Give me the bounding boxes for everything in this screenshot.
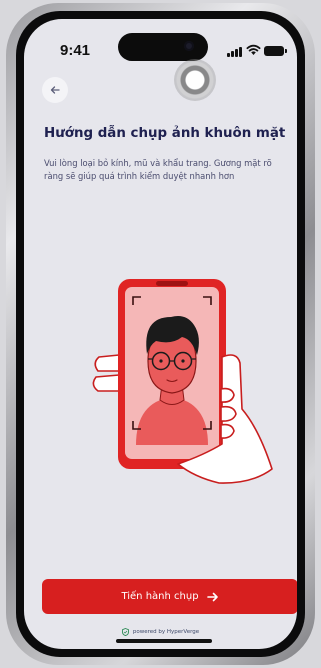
wifi-icon <box>246 44 261 55</box>
start-capture-button[interactable]: Tiến hành chụp <box>42 579 297 614</box>
status-bar: 9:41 <box>24 19 297 63</box>
home-indicator <box>116 639 212 643</box>
phone-notch <box>156 281 188 286</box>
page-description: Vui lòng loại bỏ kính, mũ và khẩu trang.… <box>44 158 272 181</box>
signal-icon <box>227 46 243 57</box>
phone-frame: 9:41 Hướng dẫn chụp ảnh khuôn mặt Vui lò… <box>6 3 315 665</box>
phone-selfie-illustration <box>92 279 273 484</box>
camera-lens-icon <box>184 41 194 51</box>
shield-check-icon <box>121 628 129 636</box>
arrow-right-icon <box>206 592 218 601</box>
powered-by-text: powered by HyperVerge <box>132 629 200 635</box>
page-title: Hướng dẫn chụp ảnh khuôn mặt <box>44 126 286 141</box>
start-capture-label: Tiến hành chụp <box>121 591 199 602</box>
screen: 9:41 Hướng dẫn chụp ảnh khuôn mặt Vui lò… <box>24 19 297 649</box>
powered-by-footer: powered by HyperVerge <box>24 628 297 636</box>
dynamic-island <box>118 33 208 61</box>
back-button[interactable] <box>42 77 68 103</box>
status-time: 9:41 <box>60 42 91 59</box>
arrow-left-icon <box>50 86 60 94</box>
battery-icon <box>264 46 287 56</box>
touch-indicator <box>174 59 216 101</box>
left-fingers <box>92 354 120 392</box>
phone-bezel: 9:41 Hướng dẫn chụp ảnh khuôn mặt Vui lò… <box>16 11 305 657</box>
